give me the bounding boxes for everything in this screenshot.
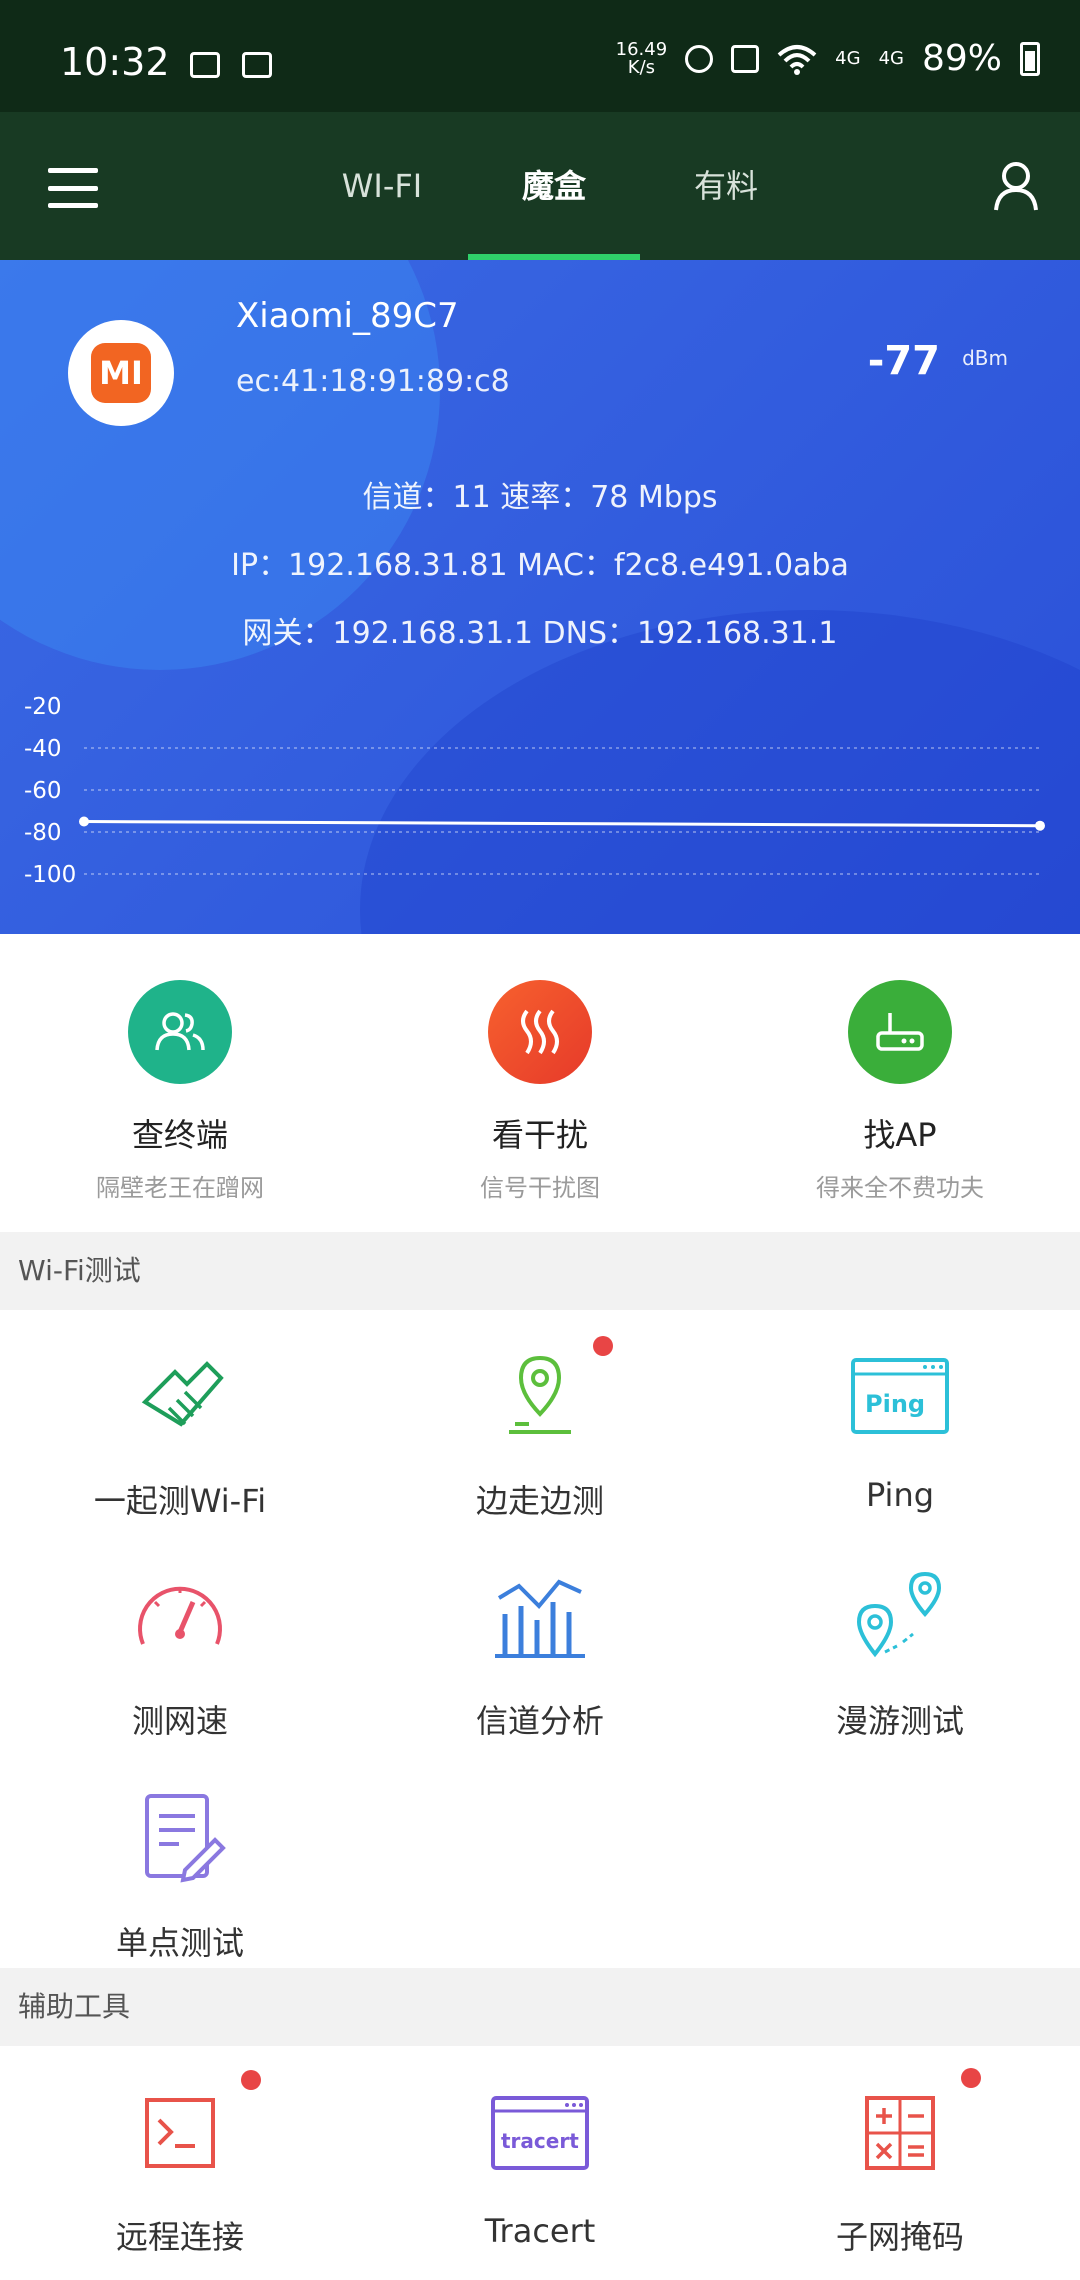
tool-roaming-test[interactable]: 漫游测试 [720,1562,1080,1742]
roaming-pins-icon [845,1562,955,1672]
handshake-icon [125,1342,235,1452]
speed-value: 16.49 [615,38,668,60]
ping-window-icon: Ping [845,1342,955,1452]
tab-mohe[interactable]: 魔盒 [468,112,640,260]
ip-mac: IP：192.168.31.81 MAC：f2c8.e491.0aba [231,548,849,583]
signal-point [1035,820,1045,831]
quick-tool-title: 查终端 [131,1116,228,1154]
signal-unit: dBm [962,346,1008,370]
quick-tool-subtitle: 信号干扰图 [480,1174,600,1202]
notification-icons [190,52,272,78]
tool-walk-test[interactable]: 边走边测 [360,1336,720,1522]
gallery-notification-icon [190,52,220,78]
signal-point [79,816,89,827]
quick-tools: 查终端 隔壁老王在蹭网 看干扰 信号干扰图 找AP 得来全不费功夫 [0,934,1080,1232]
quick-tool-title: 看干扰 [491,1116,588,1154]
tab-youliao[interactable]: 有料 [640,112,812,260]
tab-wifi[interactable]: WI-FI [296,112,468,260]
tool-tracert[interactable]: tracert Tracert [360,2078,720,2250]
y-tick-label: -60 [24,778,62,804]
tool-label: 远程连接 [115,2218,244,2256]
speedometer-icon [125,1562,235,1672]
terminal-icon [125,2070,261,2188]
users-icon [128,980,232,1084]
y-tick-label: -80 [24,820,62,846]
tool-label: 边走边测 [475,1482,604,1520]
quick-tool-title: 找AP [863,1116,937,1154]
tool-single-point-test[interactable]: 单点测试 [0,1784,360,1964]
wifi-bssid: ec:41:18:91:89:c8 [236,364,510,399]
tool-label: 子网掩码 [835,2218,964,2256]
menu-icon[interactable] [48,168,98,208]
quick-tool-subtitle: 得来全不费功夫 [816,1174,984,1202]
tool-label: Ping [865,1476,935,1514]
new-badge [961,2068,981,2088]
heat-waves-icon [488,980,592,1084]
y-tick-label: -20 [24,694,62,720]
alarm-icon [685,44,714,73]
tool-joint-wifi-test[interactable]: 一起测Wi-Fi [0,1342,360,1522]
speed-unit: K/s [627,56,656,78]
nav-tabs: WI-FI 魔盒 有料 [296,112,812,260]
y-tick-label: -40 [24,736,62,762]
status-time: 10:32 [60,40,170,84]
tool-label: 单点测试 [115,1924,244,1962]
quick-tool-subtitle: 隔壁老王在蹭网 [96,1174,264,1202]
quick-tool-interference[interactable]: 看干扰 信号干扰图 [360,980,720,1203]
mute-icon [731,44,760,73]
location-walk-icon [485,1336,613,1452]
wifi-ssid: Xiaomi_89C7 [236,296,459,336]
battery-percent: 89% [921,38,1002,79]
calculator-icon [845,2068,981,2188]
channel-rate: 信道：11 速率：78 Mbps [362,480,718,515]
signal-series-line [83,820,1041,828]
gateway-dns: 网关：192.168.31.1 DNS：192.168.31.1 [242,616,838,651]
channel-bars-icon [485,1562,595,1672]
section-header-wifi-test: Wi-Fi测试 [0,1232,1080,1310]
tracert-icon-text: tracert [501,2129,579,2153]
tracert-window-icon: tracert [485,2078,595,2188]
status-right: 16.49 K/s 4G 4G 89% [616,38,1040,79]
section-header-aux-tools: 辅助工具 [0,1968,1080,2046]
router-brand-logo: MI [68,320,174,426]
tool-label: 漫游测试 [835,1702,964,1740]
tool-label: 信道分析 [475,1702,604,1740]
y-tick-label: -100 [24,862,76,888]
new-badge [593,1336,613,1356]
tool-remote-connect[interactable]: 远程连接 [0,2070,360,2258]
document-edit-icon [125,1784,235,1894]
quick-tool-find-ap[interactable]: 找AP 得来全不费功夫 [720,980,1080,1203]
tool-label: 测网速 [131,1702,228,1740]
quick-tool-terminals[interactable]: 查终端 隔壁老王在蹭网 [0,980,360,1203]
tool-channel-analysis[interactable]: 信道分析 [360,1562,720,1742]
tool-subnet-mask[interactable]: 子网掩码 [720,2068,1080,2258]
wifi-icon [777,44,817,75]
wifi-info-panel: MI Xiaomi_89C7 ec:41:18:91:89:c8 -77 dBm… [0,260,1080,934]
signal-4g-1: 4G [835,48,861,69]
ping-icon-text: Ping [865,1390,925,1418]
signal-4g-2: 4G [878,48,904,69]
tool-speed-test[interactable]: 测网速 [0,1562,360,1742]
status-bar: 10:32 16.49 K/s 4G 4G 89% [0,0,1080,112]
tool-label: Tracert [484,2212,596,2250]
tool-ping[interactable]: Ping Ping [720,1342,1080,1514]
battery-icon [1020,41,1040,76]
new-badge [241,2070,261,2090]
user-icon[interactable] [992,160,1040,212]
router-icon [848,980,952,1084]
top-nav: WI-FI 魔盒 有料 [0,112,1080,260]
signal-strength: -77 [867,338,940,384]
signal-chart: -20 -40 -60 -80 -100 [24,694,1045,888]
tool-label: 一起测Wi-Fi [93,1482,267,1520]
network-speed: 16.49 K/s [615,38,668,78]
check-notification-icon [242,52,272,78]
mi-logo-icon: MI [91,343,151,403]
